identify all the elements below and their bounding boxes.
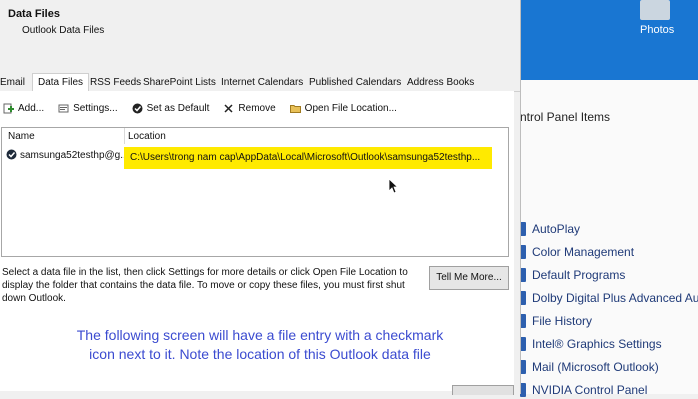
cp-item-autoplay[interactable]: AutoPlay	[520, 220, 580, 238]
folder-icon	[289, 105, 301, 113]
column-header-name[interactable]: Name	[8, 131, 35, 142]
settings-button[interactable]: Settings...	[58, 103, 118, 114]
cp-item-nvidia[interactable]: NVIDIA Control Panel	[520, 381, 647, 399]
data-file-name: samsunga52testhp@g...	[20, 150, 129, 161]
cp-item-label: Intel® Graphics Settings	[532, 337, 662, 351]
cp-item-intel-graphics[interactable]: Intel® Graphics Settings	[520, 335, 662, 353]
cp-item-label: Dolby Digital Plus Advanced Audio	[532, 291, 698, 305]
cp-item-file-history[interactable]: File History	[520, 312, 592, 330]
data-files-list[interactable]: Name Location samsunga52testhp@g... C:\U…	[1, 127, 509, 257]
desktop-background	[520, 0, 698, 80]
set-as-default-label: Set as Default	[146, 103, 210, 114]
control-panel-title: ntrol Panel Items	[520, 110, 611, 124]
tab-sharepoint-lists[interactable]: SharePoint Lists	[143, 75, 216, 91]
list-header: Name Location	[2, 128, 508, 144]
help-text: Select a data file in the list, then cli…	[2, 267, 408, 304]
video-caption: The following screen will have a file en…	[0, 326, 520, 364]
cp-item-color-management[interactable]: Color Management	[520, 243, 634, 261]
open-file-location-button[interactable]: Open File Location...	[289, 103, 397, 114]
open-file-location-label: Open File Location...	[304, 103, 397, 114]
checkmark-circle-icon	[132, 103, 143, 114]
tab-data-files[interactable]: Data Files	[32, 73, 90, 92]
set-as-default-button[interactable]: Set as Default	[132, 103, 210, 114]
data-file-location: C:\Users\trong nam cap\AppData\Local\Mic…	[124, 147, 492, 169]
toolbar: Add... Settings... Set as Default Remove…	[3, 103, 397, 114]
photos-icon[interactable]	[640, 0, 670, 20]
tab-strip: Email Data Files RSS Feeds SharePoint Li…	[0, 73, 520, 92]
cp-item-label: AutoPlay	[532, 222, 581, 236]
column-header-location[interactable]: Location	[128, 131, 166, 142]
tab-internet-calendars[interactable]: Internet Calendars	[221, 75, 303, 91]
settings-label: Settings...	[73, 103, 118, 114]
tab-rss-feeds[interactable]: RSS Feeds	[90, 75, 141, 91]
add-label: Add...	[18, 103, 45, 114]
cp-item-dolby[interactable]: Dolby Digital Plus Advanced Audio	[520, 289, 698, 307]
remove-button[interactable]: Remove	[223, 103, 276, 114]
cp-item-mail[interactable]: Mail (Microsoft Outlook)	[520, 358, 659, 376]
remove-x-icon	[224, 104, 233, 113]
mouse-pointer-icon	[388, 178, 398, 194]
caption-line-2: icon next to it. Note the location of th…	[89, 346, 431, 362]
settings-icon	[58, 104, 69, 113]
dialog-subtitle: Outlook Data Files	[22, 25, 105, 36]
cp-item-label: File History	[532, 314, 593, 328]
default-checkmark-icon	[6, 149, 17, 160]
tab-address-books[interactable]: Address Books	[407, 75, 474, 91]
tell-me-more-button[interactable]: Tell Me More...	[429, 266, 509, 290]
remove-label: Remove	[238, 103, 276, 114]
add-file-icon	[3, 103, 14, 114]
cp-item-label: Default Programs	[532, 268, 626, 282]
cp-item-label: Mail (Microsoft Outlook)	[532, 360, 659, 374]
cp-item-default-programs[interactable]: Default Programs	[520, 266, 625, 284]
photos-label: Photos	[640, 24, 675, 36]
dialog-title: Data Files	[8, 8, 60, 20]
cp-item-label: Color Management	[532, 245, 635, 259]
tab-published-calendars[interactable]: Published Calendars	[309, 75, 401, 91]
caption-line-1: The following screen will have a file en…	[76, 327, 444, 343]
table-row[interactable]: samsunga52testhp@g... C:\Users\trong nam…	[2, 146, 508, 169]
tab-email[interactable]: Email	[0, 75, 25, 91]
column-divider[interactable]	[124, 128, 125, 144]
cp-item-label: NVIDIA Control Panel	[532, 383, 648, 397]
add-button[interactable]: Add...	[3, 103, 44, 114]
